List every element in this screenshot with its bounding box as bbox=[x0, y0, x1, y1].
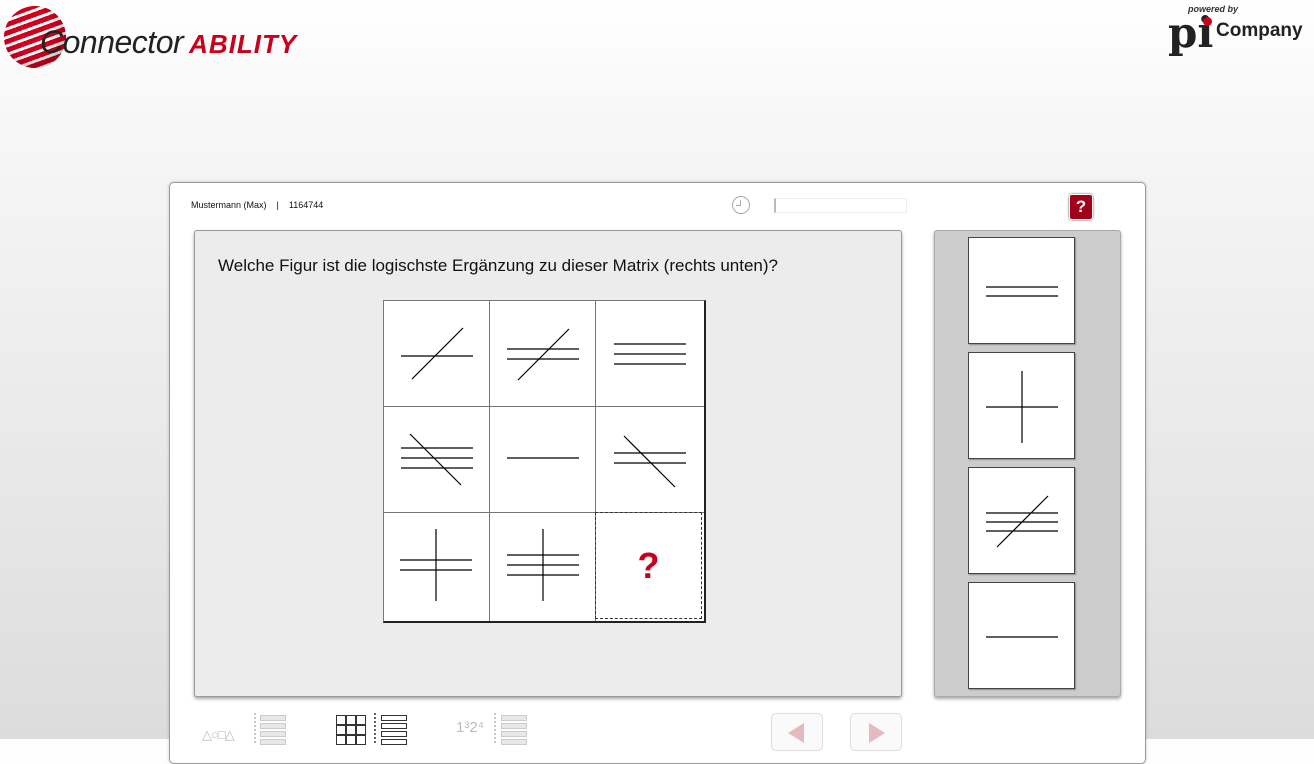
user-id: 1164744 bbox=[288, 200, 324, 210]
missing-figure-marker: ? bbox=[637, 545, 660, 586]
matrix-cell-2-2 bbox=[490, 407, 595, 512]
grid-icon[interactable] bbox=[336, 715, 369, 745]
list-icon-active[interactable] bbox=[381, 715, 407, 745]
pi-company-logo: powered by pi Company bbox=[1168, 2, 1308, 62]
connector-ability-logo: Connector ABILITY bbox=[4, 4, 334, 68]
answer-option-3[interactable] bbox=[968, 467, 1075, 574]
shapes-icon[interactable]: △○□△ bbox=[202, 727, 235, 743]
logo-wordmark: Connector ABILITY bbox=[40, 24, 297, 61]
figure-matrix: ? bbox=[383, 300, 706, 623]
company-text: Company bbox=[1216, 20, 1303, 41]
matrix-cell-1-1 bbox=[384, 301, 489, 406]
logo-text: Connector bbox=[40, 24, 184, 60]
matrix-cell-missing: ? bbox=[595, 512, 702, 619]
matrix-cell-1-3 bbox=[596, 301, 701, 406]
test-window: Mustermann (Max) | 1164744 ? Welche Figur … bbox=[169, 182, 1146, 764]
matrix-cell-3-2 bbox=[490, 513, 595, 618]
pi-text: pi bbox=[1168, 8, 1214, 57]
list-icon[interactable] bbox=[260, 715, 286, 745]
previous-button[interactable] bbox=[771, 713, 823, 751]
matrix-cell-3-1 bbox=[384, 513, 489, 618]
help-button[interactable]: ? bbox=[1069, 194, 1093, 220]
question-panel: Welche Figur ist die logischste Ergänzun… bbox=[194, 230, 902, 697]
list-icon[interactable] bbox=[501, 715, 527, 745]
time-progress-bar bbox=[774, 198, 907, 213]
next-button[interactable] bbox=[850, 713, 902, 751]
arrow-right-icon bbox=[869, 723, 885, 743]
order-icon[interactable]: 1³2⁴ bbox=[456, 719, 484, 736]
matrix-cell-2-3 bbox=[596, 407, 701, 512]
answer-option-1[interactable] bbox=[968, 237, 1075, 344]
arrow-left-icon bbox=[788, 723, 804, 743]
clock-icon bbox=[732, 196, 750, 214]
user-separator: | bbox=[276, 200, 279, 210]
answer-option-2[interactable] bbox=[968, 352, 1075, 459]
matrix-cell-1-2 bbox=[490, 301, 595, 406]
user-info: Mustermann (Max) | 1164744 bbox=[191, 200, 323, 210]
matrix-cell-2-1 bbox=[384, 407, 489, 512]
answer-option-4[interactable] bbox=[968, 582, 1075, 689]
pi-dot-icon bbox=[1203, 17, 1212, 26]
answer-options-panel bbox=[934, 230, 1121, 697]
question-text: Welche Figur ist die logischste Ergänzun… bbox=[218, 256, 778, 275]
user-name: Mustermann (Max) bbox=[191, 200, 267, 210]
logo-accent-text: ABILITY bbox=[189, 29, 298, 59]
